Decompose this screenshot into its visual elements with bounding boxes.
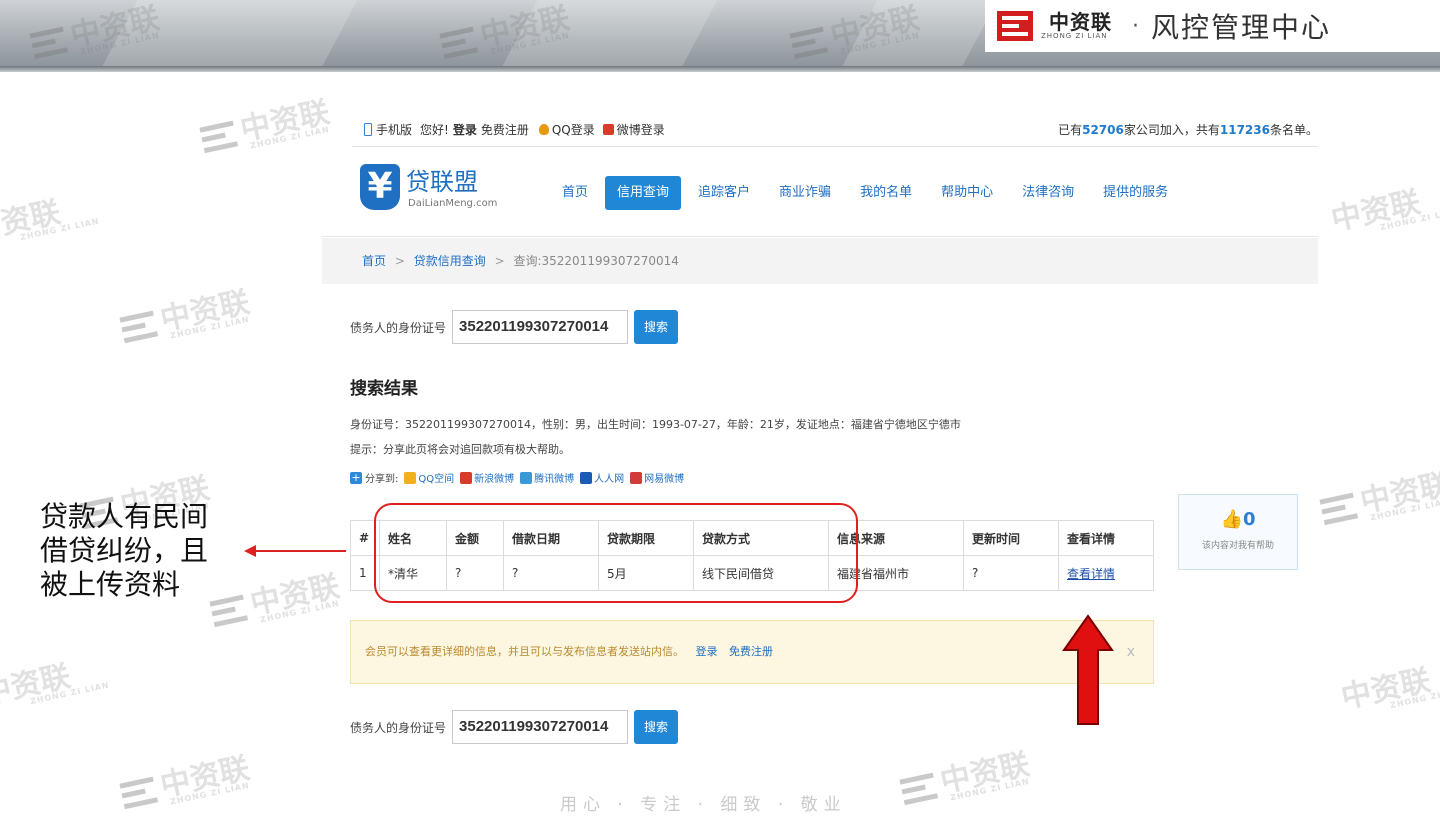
watermark: 中资联ZHONG ZI LIAN	[117, 743, 254, 816]
share-plus-icon: +	[350, 470, 362, 484]
notice-text: 会员可以查看更详细的信息，并且可以与发布信息者发送站内信。	[365, 645, 684, 658]
header-facet	[102, 0, 358, 66]
mobile-link[interactable]: 手机版	[376, 121, 412, 138]
watermark: 中资联ZHONG ZI LIAN	[0, 658, 111, 712]
view-details-link[interactable]: 查看详情	[1058, 555, 1154, 591]
watermark: 中资联ZHONG ZI LIAN	[117, 277, 254, 350]
annotation-text: 贷款人有民间 借贷纠纷，且 被上传资料	[40, 500, 208, 602]
breadcrumb-separator: >	[394, 254, 405, 268]
weibo-icon	[602, 123, 614, 135]
search-row-top: 债务人的身份证号 352201199307270014 搜索	[350, 310, 679, 344]
login-link[interactable]: 登录	[453, 121, 477, 138]
watermark: 中资联ZHONG ZI LIAN	[897, 739, 1034, 812]
site-navbar: ¥ 贷联盟 DaiLianMeng.com 首页 信用查询 追踪客户 商业诈骗 …	[322, 148, 1318, 237]
renren-icon	[580, 471, 593, 484]
sina-weibo-icon	[460, 471, 473, 484]
breadcrumb-current: 查询:352201199307270014	[513, 254, 679, 268]
up-arrow-icon	[1062, 614, 1114, 725]
results-title: 搜索结果	[350, 379, 418, 399]
helpful-count: 0	[1242, 509, 1256, 530]
list-count: 117236	[1219, 122, 1270, 137]
share-row: + 分享到: QQ空间 新浪微博 腾讯微博 人人网 网易微博	[350, 470, 684, 485]
header-facet	[502, 0, 718, 66]
annotation-line: 借贷纠纷，且	[40, 534, 209, 567]
share-label: 分享到:	[365, 474, 399, 485]
close-icon[interactable]: x	[1127, 621, 1135, 683]
qq-login-link[interactable]: QQ登录	[552, 121, 595, 138]
netease-weibo-icon	[630, 471, 643, 484]
cell-update-time: ?	[963, 555, 1059, 591]
watermark: 中资联ZHONG ZI LIAN	[1328, 184, 1440, 238]
helpful-vote-box[interactable]: 👍0 该内容对我有帮助	[1178, 494, 1298, 570]
brand-pinyin: ZHONG ZI LIAN	[1041, 32, 1108, 40]
nav-item-legal-consult[interactable]: 法律咨询	[1010, 176, 1086, 210]
greeting-text: 您好!	[420, 122, 449, 137]
footer-slogan: 用心 · 专注 · 细致 · 敬业	[560, 795, 847, 815]
brand-box: 中资联 ZHONG ZI LIAN · 风控管理中心	[985, 0, 1440, 52]
left-arrow-line	[248, 550, 346, 552]
main-nav: 首页 信用查询 追踪客户 商业诈骗 我的名单 帮助中心 法律咨询 提供的服务	[550, 176, 1185, 210]
brand-name: 中资联	[1049, 10, 1112, 34]
watermark: 中资联ZHONG ZI LIAN	[197, 87, 334, 160]
search-button[interactable]: 搜索	[634, 310, 679, 344]
helpful-text: 该内容对我有帮助	[1201, 541, 1274, 551]
nav-item-help-center[interactable]: 帮助中心	[929, 176, 1005, 210]
id-number-input-bottom[interactable]: 352201199307270014	[452, 710, 629, 744]
share-netease-weibo[interactable]: 网易微博	[630, 470, 684, 485]
id-number-label: 债务人的身份证号	[350, 320, 447, 335]
notice-login-link[interactable]: 登录	[696, 645, 718, 658]
slide-title: 风控管理中心	[1151, 11, 1332, 44]
site-logo-domain: DaiLianMeng.com	[408, 198, 498, 209]
col-details: 查看详情	[1058, 520, 1154, 556]
site-logo-icon[interactable]: ¥	[360, 164, 400, 210]
results-tip: 提示：分享此页将会对追回款项有极大帮助。	[350, 443, 570, 456]
header-facet	[842, 0, 998, 66]
watermark: 中资联ZHONG ZI LIAN	[207, 561, 344, 634]
share-qzone[interactable]: QQ空间	[404, 470, 454, 485]
thumbs-up-icon[interactable]: 👍0	[1179, 509, 1297, 530]
brand-separator: ·	[1132, 13, 1139, 39]
annotation-line: 贷款人有民间	[40, 500, 209, 533]
header-strip	[0, 66, 1440, 72]
breadcrumb-separator: >	[494, 254, 505, 268]
nav-item-business-fraud[interactable]: 商业诈骗	[767, 176, 843, 210]
tencent-weibo-icon	[520, 471, 533, 484]
watermark: 中资联ZHONG ZI LIAN	[0, 194, 101, 248]
site-logo-name[interactable]: 贷联盟	[406, 162, 478, 197]
share-renren[interactable]: 人人网	[580, 470, 624, 485]
share-tencent-weibo[interactable]: 腾讯微博	[520, 470, 574, 485]
annotation-line: 被上传资料	[40, 568, 181, 601]
site-topbar: 手机版 您好! 登录 免费注册 QQ登录 微博登录 已有52706家公司加入，共…	[352, 112, 1318, 147]
brand-text: 中资联 ZHONG ZI LIAN	[1041, 12, 1112, 40]
id-number-label: 债务人的身份证号	[350, 720, 447, 735]
company-count: 52706	[1082, 122, 1124, 137]
breadcrumb: 首页 > 贷款信用查询 > 查询:352201199307270014	[322, 238, 1318, 284]
highlight-box	[374, 503, 858, 603]
nav-item-credit-query[interactable]: 信用查询	[605, 176, 682, 210]
watermark: 中资联ZHONG ZI LIAN	[1338, 662, 1440, 716]
notice-register-link[interactable]: 免费注册	[729, 645, 773, 658]
search-row-bottom: 债务人的身份证号 352201199307270014 搜索	[350, 710, 679, 744]
nav-item-my-list[interactable]: 我的名单	[848, 176, 924, 210]
brand-logo-icon	[997, 11, 1033, 41]
weibo-login-link[interactable]: 微博登录	[617, 121, 665, 138]
breadcrumb-home[interactable]: 首页	[362, 254, 386, 268]
nav-item-track-customers[interactable]: 追踪客户	[686, 176, 762, 210]
register-link[interactable]: 免费注册	[481, 121, 529, 138]
qq-icon	[538, 123, 549, 135]
share-sina-weibo[interactable]: 新浪微博	[460, 470, 514, 485]
qzone-icon	[404, 471, 417, 484]
search-button-bottom[interactable]: 搜索	[634, 710, 679, 744]
results-info: 身份证号：352201199307270014，性别：男，出生时间：1993-0…	[350, 418, 961, 431]
member-notice: 会员可以查看更详细的信息，并且可以与发布信息者发送站内信。 登录 免费注册 x	[350, 620, 1154, 684]
id-number-input[interactable]: 352201199307270014	[452, 310, 629, 344]
left-arrow-icon	[244, 545, 256, 557]
nav-item-home[interactable]: 首页	[550, 176, 600, 210]
watermark: 中资联ZHONG ZI LIAN	[1317, 459, 1440, 532]
site-stats: 已有52706家公司加入，共有117236条名单。	[1058, 122, 1318, 137]
phone-icon	[364, 122, 372, 136]
breadcrumb-section[interactable]: 贷款信用查询	[414, 254, 486, 268]
nav-item-services[interactable]: 提供的服务	[1091, 176, 1180, 210]
col-update-time: 更新时间	[963, 520, 1059, 556]
